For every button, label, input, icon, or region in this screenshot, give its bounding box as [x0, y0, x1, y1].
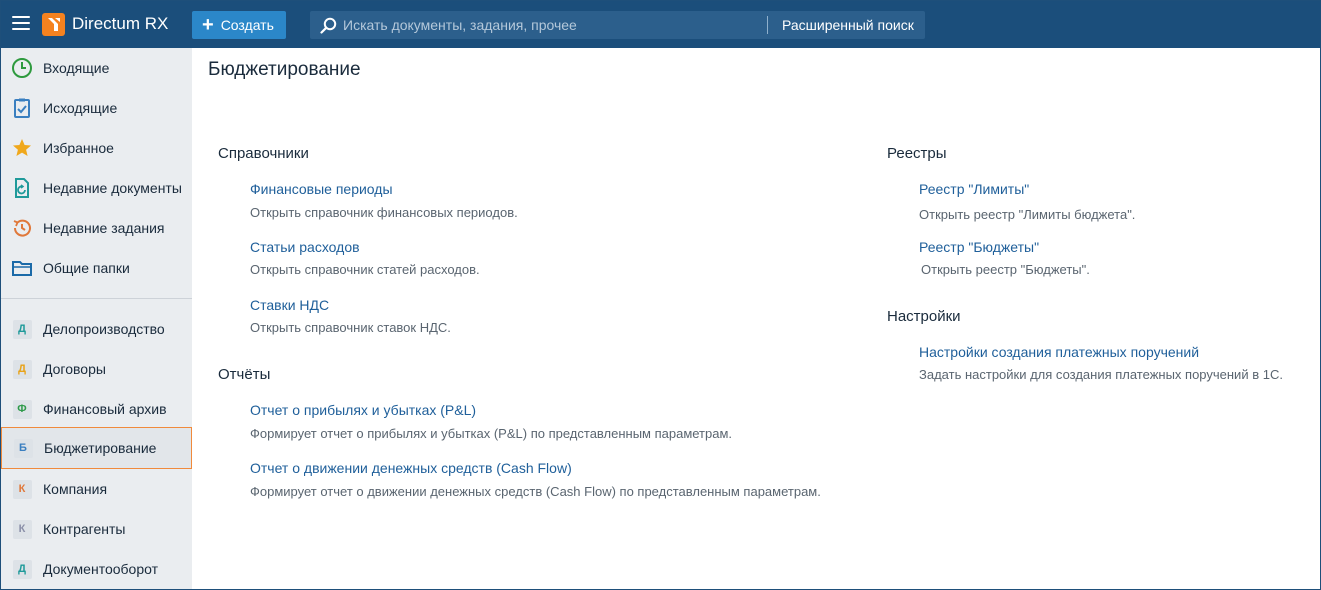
app-name: Directum RX	[72, 14, 169, 33]
app-window: Directum RX + Создать Расширенный поиск …	[0, 0, 1321, 590]
sidebar-module-records[interactable]: Д Делопроизводство	[1, 309, 192, 349]
link-payment-orders-settings[interactable]: Настройки создания платежных поручений	[919, 344, 1199, 360]
link-cash-flow-report[interactable]: Отчет о движении денежных средств (Cash …	[250, 460, 572, 476]
section-title-registers: Реестры	[887, 145, 947, 162]
module-icon: Д	[11, 558, 33, 580]
search-input[interactable]	[343, 11, 763, 39]
sidebar-item-recent-tasks[interactable]: Недавние задания	[1, 208, 192, 248]
sidebar-item-label: Бюджетирование	[44, 440, 157, 456]
sidebar-item-label: Исходящие	[43, 100, 118, 116]
link-description: Задать настройки для создания платежных …	[919, 367, 1283, 382]
advanced-search-button[interactable]: Расширенный поиск	[782, 17, 914, 33]
sidebar-item-label: Компания	[43, 481, 108, 497]
search-icon[interactable]	[320, 17, 337, 34]
checklist-icon	[11, 97, 33, 119]
module-letter: Ф	[12, 399, 32, 419]
document-refresh-icon	[11, 177, 33, 199]
module-icon: Д	[11, 358, 33, 380]
sidebar-item-label: Общие папки	[43, 260, 130, 276]
module-letter: К	[12, 479, 32, 499]
sidebar-module-company[interactable]: К Компания	[1, 469, 192, 509]
module-letter: Д	[12, 359, 32, 379]
link-description: Открыть реестр "Лимиты бюджета".	[919, 207, 1136, 222]
link-description: Открыть справочник финансовых периодов.	[250, 205, 518, 220]
create-button[interactable]: + Создать	[192, 11, 286, 39]
module-icon: Д	[11, 318, 33, 340]
sidebar-item-label: Недавние задания	[43, 220, 165, 236]
page-title: Бюджетирование	[208, 59, 361, 80]
link-description: Открыть справочник статей расходов.	[250, 262, 480, 277]
link-description: Формирует отчет о движении денежных сред…	[250, 484, 821, 499]
sidebar-item-inbox[interactable]: Входящие	[1, 48, 192, 88]
sidebar-item-label: Избранное	[43, 140, 114, 156]
clock-icon	[11, 57, 33, 79]
sidebar: Входящие Исходящие Избранное Недавние до…	[1, 48, 192, 589]
sidebar-module-document-flow[interactable]: Д Документооборот	[1, 549, 192, 589]
link-pl-report[interactable]: Отчет о прибылях и убытках (P&L)	[250, 402, 476, 418]
search-bar: Расширенный поиск	[310, 11, 925, 39]
sidebar-item-label: Документооборот	[43, 561, 159, 577]
section-title-references: Справочники	[218, 145, 309, 162]
main-content: Бюджетирование Справочники Финансовые пе…	[192, 48, 1320, 589]
plus-icon: +	[202, 14, 214, 36]
module-letter: К	[12, 519, 32, 539]
module-icon: К	[11, 518, 33, 540]
section-title-reports: Отчёты	[218, 366, 271, 383]
star-icon	[11, 137, 33, 159]
link-description: Формирует отчет о прибылях и убытках (P&…	[250, 426, 733, 441]
sidebar-item-favorites[interactable]: Избранное	[1, 128, 192, 168]
sidebar-item-label: Входящие	[43, 60, 110, 76]
link-financial-periods[interactable]: Финансовые периоды	[250, 181, 393, 197]
search-divider	[767, 16, 768, 34]
sidebar-item-label: Делопроизводство	[43, 321, 165, 337]
sidebar-module-financial-archive[interactable]: Ф Финансовый архив	[1, 389, 192, 429]
folder-icon	[11, 257, 33, 279]
top-bar: Directum RX + Создать Расширенный поиск	[1, 1, 1320, 48]
module-letter: Д	[12, 559, 32, 579]
link-description: Открыть справочник ставок НДС.	[250, 320, 451, 335]
sidebar-item-label: Недавние документы	[43, 180, 182, 196]
link-limits-register[interactable]: Реестр "Лимиты"	[919, 181, 1029, 197]
logo-icon	[42, 13, 65, 36]
module-icon: Ф	[11, 398, 33, 420]
sidebar-module-budgeting[interactable]: Б Бюджетирование	[1, 427, 192, 469]
sidebar-item-label: Финансовый архив	[43, 401, 167, 417]
module-letter: Б	[13, 438, 33, 458]
sidebar-module-counterparties[interactable]: К Контрагенты	[1, 509, 192, 549]
link-expense-items[interactable]: Статьи расходов	[250, 239, 360, 255]
sidebar-item-label: Договоры	[43, 361, 106, 377]
link-vat-rates[interactable]: Ставки НДС	[250, 297, 329, 313]
module-letter: Д	[12, 319, 32, 339]
sidebar-module-contracts[interactable]: Д Договоры	[1, 349, 192, 389]
section-title-settings: Настройки	[887, 308, 961, 325]
sidebar-divider	[1, 298, 192, 299]
menu-icon[interactable]	[12, 16, 30, 32]
sidebar-item-recent-documents[interactable]: Недавние документы	[1, 168, 192, 208]
create-label: Создать	[220, 17, 274, 33]
link-budgets-register[interactable]: Реестр "Бюджеты"	[919, 239, 1039, 255]
sidebar-item-label: Контрагенты	[43, 521, 126, 537]
module-icon: Б	[12, 437, 34, 459]
link-description: Открыть реестр "Бюджеты".	[921, 262, 1090, 277]
module-icon: К	[11, 478, 33, 500]
sidebar-item-outbox[interactable]: Исходящие	[1, 88, 192, 128]
history-icon	[11, 217, 33, 239]
sidebar-item-shared-folders[interactable]: Общие папки	[1, 248, 192, 288]
